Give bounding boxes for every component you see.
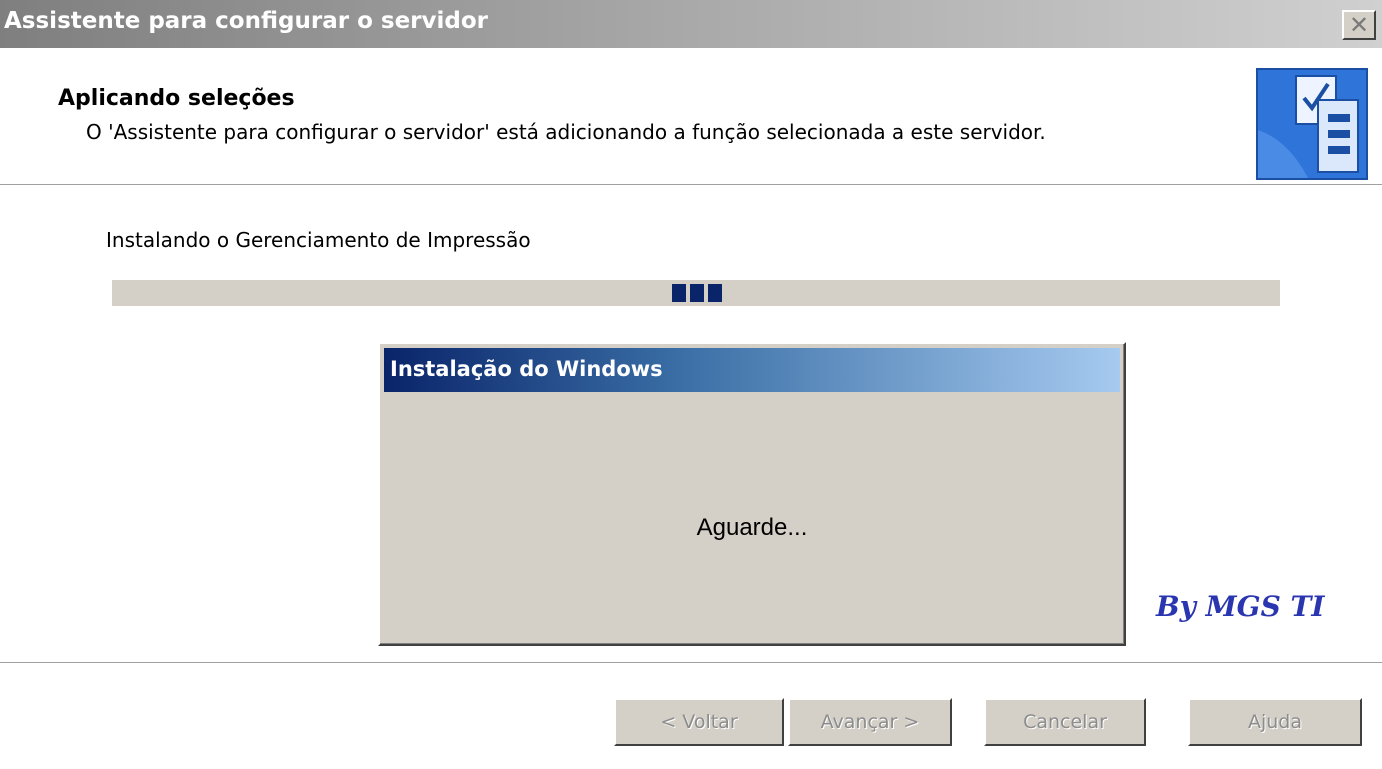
windows-installer-dialog: Instalação do Windows Aguarde...	[378, 342, 1126, 646]
progress-block	[672, 284, 686, 302]
help-button[interactable]: Ajuda	[1188, 698, 1362, 746]
next-button[interactable]: Avançar >	[788, 698, 952, 746]
watermark: By MGS TI	[1156, 590, 1325, 623]
cancel-button[interactable]: Cancelar	[984, 698, 1146, 746]
installer-title-bar[interactable]: Instalação do Windows	[384, 348, 1120, 392]
installer-message: Aguarde...	[696, 514, 808, 541]
wizard-footer: < Voltar Avançar > Cancelar Ajuda	[0, 664, 1382, 769]
installer-title: Instalação do Windows	[390, 357, 663, 381]
wizard-body: Instalando o Gerenciamento de Impressão …	[0, 186, 1382, 660]
status-text: Instalando o Gerenciamento de Impressão	[106, 228, 531, 252]
wizard-checklist-icon	[1256, 68, 1368, 180]
close-icon: ✕	[1348, 11, 1370, 39]
progress-bar	[112, 280, 1280, 306]
cancel-button-label: Cancelar	[1023, 711, 1107, 733]
help-button-label: Ajuda	[1247, 711, 1303, 733]
next-button-label: Avançar >	[820, 711, 920, 733]
page-title: Aplicando seleções	[58, 86, 295, 111]
close-button[interactable]: ✕	[1342, 10, 1376, 40]
wizard-header: Aplicando seleções O 'Assistente para co…	[0, 52, 1382, 184]
window-title-bar[interactable]: Assistente para configurar o servidor ✕	[0, 0, 1382, 52]
window-title: Assistente para configurar o servidor	[4, 8, 489, 34]
page-subtitle: O 'Assistente para configurar o servidor…	[86, 120, 1046, 144]
back-button-label: < Voltar	[660, 711, 738, 733]
back-button[interactable]: < Voltar	[614, 698, 784, 746]
progress-block	[708, 284, 722, 302]
progress-block	[690, 284, 704, 302]
